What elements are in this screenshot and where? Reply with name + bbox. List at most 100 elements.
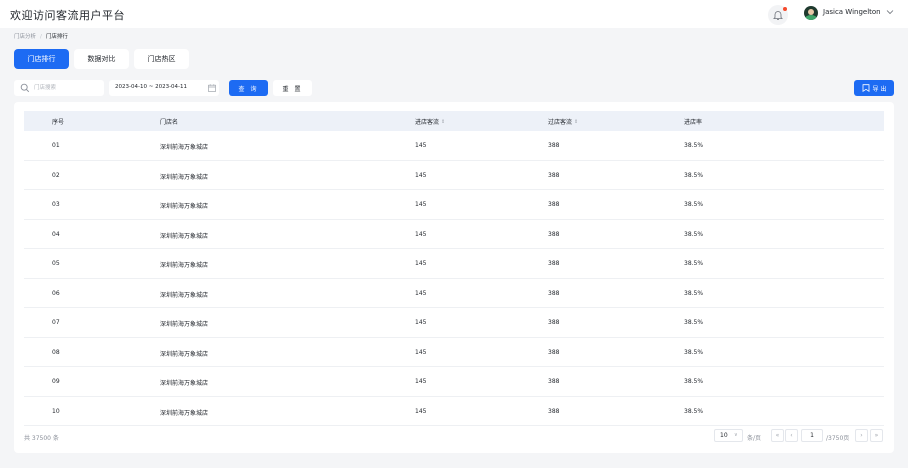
cell-entry-rate: 38.5% [684, 171, 704, 179]
prev-page-icon[interactable]: ‹ [785, 429, 798, 442]
date-range-picker[interactable]: 2023-04-10 ~ 2023-04-11 [109, 80, 219, 96]
cell-entry-traffic: 145 [415, 348, 427, 356]
cell-entry-rate: 38.5% [684, 348, 704, 356]
cell-entry-traffic: 145 [415, 171, 427, 179]
table-row[interactable]: 02 深圳前海万象城店 145 388 38.5% [24, 161, 884, 190]
table-row[interactable]: 07 深圳前海万象城店 145 388 38.5% [24, 308, 884, 338]
cell-store-name: 深圳前海万象城店 [160, 321, 209, 328]
cell-entry-rate: 38.5% [684, 319, 704, 326]
cell-index: 05 [52, 260, 60, 267]
tab-data-compare[interactable]: 数据对比 [74, 49, 129, 69]
page-size-unit: 条/页 [747, 435, 762, 442]
bell-icon [773, 11, 783, 20]
cell-entry-traffic: 145 [415, 142, 427, 149]
column-store-name: 门店名 [160, 119, 179, 126]
cell-entry-rate: 38.5% [684, 378, 704, 385]
cell-store-name: 深圳前海万象城店 [160, 203, 209, 210]
table-header: 序号 门店名 进店客流 ⇕ 过店客流 ⇕ 进店率 [24, 111, 884, 131]
cell-passing-traffic: 388 [548, 230, 560, 238]
cell-passing-traffic: 388 [548, 407, 560, 415]
search-input[interactable] [34, 82, 100, 94]
table-row[interactable]: 05 深圳前海万象城店 145 388 38.5% [24, 249, 884, 279]
total-pages: /3750页 [826, 435, 850, 442]
cell-entry-traffic: 145 [415, 260, 427, 267]
top-header: 欢迎访问客流用户平台 Jasica Wingelton [0, 0, 908, 28]
cell-entry-rate: 38.5% [684, 407, 704, 415]
user-name[interactable]: Jasica Wingelton [823, 8, 881, 16]
cell-index: 08 [52, 348, 60, 356]
cell-entry-traffic: 145 [415, 201, 427, 208]
tab-store-ranking[interactable]: 门店排行 [14, 49, 69, 69]
page-size-value: 10 [720, 432, 728, 439]
cell-passing-traffic: 388 [548, 289, 560, 297]
cell-store-name: 深圳前海万象城店 [160, 350, 209, 358]
cell-store-name: 深圳前海万象城店 [160, 173, 209, 181]
cell-entry-traffic: 145 [415, 378, 427, 385]
export-icon [862, 84, 869, 92]
cell-index: 10 [52, 407, 60, 415]
cell-store-name: 深圳前海万象城店 [160, 144, 209, 151]
breadcrumb-item-ranking: 门店排行 [45, 34, 68, 40]
cell-passing-traffic: 388 [548, 142, 560, 149]
table-row[interactable]: 04 深圳前海万象城店 145 388 38.5% [24, 220, 884, 249]
column-entry-traffic[interactable]: 进店客流 ⇕ [415, 117, 445, 126]
cell-store-name: 深圳前海万象城店 [160, 262, 209, 269]
cell-index: 07 [52, 319, 60, 326]
page-size-select[interactable]: 10 ∨ [714, 429, 743, 442]
avatar[interactable] [804, 6, 818, 20]
export-label: 导 出 [872, 85, 887, 93]
table-row[interactable]: 10 深圳前海万象城店 145 388 38.5% [24, 397, 884, 426]
next-page-icon[interactable]: › [855, 429, 868, 442]
table-row[interactable]: 09 深圳前海万象城店 145 388 38.5% [24, 367, 884, 397]
page-number-input[interactable]: 1 [801, 429, 823, 442]
column-passing-traffic-label: 过店客流 [548, 119, 573, 126]
total-count: 共 37500 条 [24, 435, 59, 442]
sort-icon[interactable]: ⇕ [574, 119, 578, 125]
column-index: 序号 [52, 119, 65, 126]
chevron-down-icon: ∨ [734, 432, 738, 438]
first-page-icon[interactable]: « [771, 429, 784, 442]
cell-index: 06 [52, 289, 60, 297]
app-title: 欢迎访问客流用户平台 [10, 9, 125, 22]
cell-passing-traffic: 388 [548, 260, 560, 267]
export-button[interactable]: 导 出 [854, 80, 894, 96]
tab-store-heatmap[interactable]: 门店热区 [134, 49, 189, 69]
last-page-icon[interactable]: » [870, 429, 883, 442]
table-row[interactable]: 06 深圳前海万象城店 145 388 38.5% [24, 279, 884, 308]
cell-entry-rate: 38.5% [684, 230, 704, 238]
notification-dot [783, 7, 787, 11]
cell-passing-traffic: 388 [548, 319, 560, 326]
column-entry-rate: 进店率 [684, 119, 703, 126]
table-panel: 序号 门店名 进店客流 ⇕ 过店客流 ⇕ 进店率 01 深圳前海万象城店 145 3… [14, 102, 894, 453]
cell-passing-traffic: 388 [548, 348, 560, 356]
cell-index: 04 [52, 230, 60, 238]
cell-store-name: 深圳前海万象城店 [160, 380, 209, 387]
column-passing-traffic[interactable]: 过店客流 ⇕ [548, 117, 578, 126]
cell-entry-traffic: 145 [415, 407, 427, 415]
breadcrumb: 门店分析 / 门店排行 [14, 32, 68, 40]
search-icon [20, 83, 30, 93]
cell-passing-traffic: 388 [548, 201, 560, 208]
cell-store-name: 深圳前海万象城店 [160, 409, 209, 417]
query-button[interactable]: 查 询 [229, 80, 268, 96]
cell-index: 02 [52, 171, 60, 179]
cell-passing-traffic: 388 [548, 378, 560, 385]
cell-store-name: 深圳前海万象城店 [160, 232, 209, 240]
table-row[interactable]: 01 深圳前海万象城店 145 388 38.5% [24, 131, 884, 161]
cell-entry-rate: 38.5% [684, 142, 704, 149]
date-range-value: 2023-04-10 ~ 2023-04-11 [115, 84, 188, 90]
column-entry-traffic-label: 进店客流 [415, 119, 440, 126]
sort-icon[interactable]: ⇕ [441, 119, 445, 125]
search-field[interactable] [14, 80, 104, 96]
reset-button[interactable]: 重 置 [273, 80, 312, 96]
cell-entry-rate: 38.5% [684, 260, 704, 267]
table-row[interactable]: 08 深圳前海万象城店 145 388 38.5% [24, 338, 884, 367]
calendar-icon [208, 84, 216, 92]
chevron-down-icon[interactable] [886, 8, 894, 16]
breadcrumb-item-analysis[interactable]: 门店分析 [14, 34, 36, 40]
cell-entry-rate: 38.5% [684, 289, 704, 297]
cell-passing-traffic: 388 [548, 171, 560, 179]
table-row[interactable]: 03 深圳前海万象城店 145 388 38.5% [24, 190, 884, 220]
cell-store-name: 深圳前海万象城店 [160, 291, 209, 299]
breadcrumb-separator: / [40, 34, 42, 40]
